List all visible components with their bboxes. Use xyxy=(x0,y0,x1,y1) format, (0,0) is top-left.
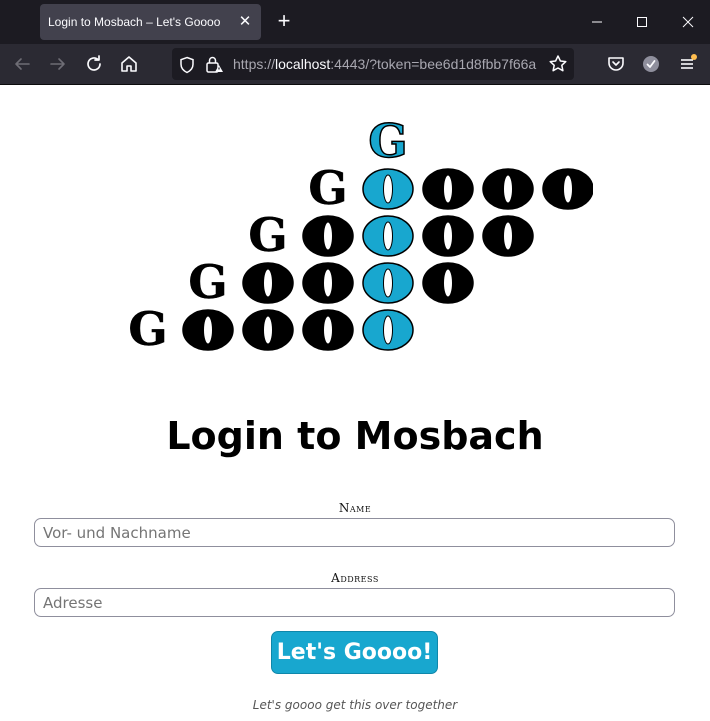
logo-letter-o xyxy=(242,262,294,304)
menu-icon[interactable] xyxy=(676,52,700,76)
logo-letter-o-hole xyxy=(383,268,393,298)
logo-letter-o-hole xyxy=(503,221,513,251)
logo-letter-o xyxy=(302,309,354,351)
back-arrow-icon[interactable] xyxy=(10,52,34,76)
url-host: localhost xyxy=(275,56,331,72)
logo-letter-g: G xyxy=(248,208,288,263)
url-text[interactable]: https://localhost:4443/?token=bee6d1d8fb… xyxy=(233,48,543,80)
logo-letter-g-glyph: G xyxy=(368,116,407,168)
logo-letter-o-hole xyxy=(323,268,333,298)
logo-letter-o xyxy=(362,215,414,257)
logo-letter-g-glyph: G xyxy=(248,208,287,262)
url-path: :4443/?token=bee6d1d8fbb7f66a xyxy=(330,56,537,72)
logo-letter-g: G xyxy=(128,302,168,357)
logo-letter-o xyxy=(542,168,594,210)
home-icon[interactable] xyxy=(117,52,141,76)
logo-letter-o-hole xyxy=(383,315,393,345)
reload-icon[interactable] xyxy=(82,52,106,76)
minimize-icon[interactable] xyxy=(580,6,614,38)
logo-letter-g-glyph: G xyxy=(188,255,227,309)
submit-button[interactable]: Let's Goooo! xyxy=(271,631,438,674)
tab-title: Login to Mosbach – Let's Goooo xyxy=(48,15,221,29)
logo-letter-g: G xyxy=(308,161,348,216)
name-input[interactable] xyxy=(34,518,675,547)
page-content: GGGGG Login to Mosbach Name Address Let'… xyxy=(0,86,710,721)
new-tab-icon[interactable]: + xyxy=(272,10,296,34)
address-label: Address xyxy=(331,571,379,585)
shield-icon[interactable] xyxy=(178,56,196,79)
logo-letter-o xyxy=(302,215,354,257)
logo-letter-o-hole xyxy=(503,174,513,204)
tab-close-icon[interactable]: ✕ xyxy=(235,12,255,32)
pocket-icon[interactable] xyxy=(604,52,628,76)
bookmark-star-icon[interactable] xyxy=(546,52,570,76)
logo-letter-o xyxy=(242,309,294,351)
goooo-logo: GGGGG xyxy=(118,113,594,381)
logo-letter-o-hole xyxy=(323,315,333,345)
logo-letter-o-hole xyxy=(443,221,453,251)
logo-letter-o-hole xyxy=(443,268,453,298)
url-bar[interactable]: https://localhost:4443/?token=bee6d1d8fb… xyxy=(172,48,574,80)
logo-letter-o xyxy=(362,262,414,304)
tagline: Let's goooo get this over together xyxy=(252,698,458,712)
tab-strip: Login to Mosbach – Let's Goooo ✕ + xyxy=(0,0,710,44)
logo-letter-o-hole xyxy=(203,315,213,345)
logo-letter-o-hole xyxy=(443,174,453,204)
close-window-icon[interactable] xyxy=(671,6,705,38)
logo-letter-o xyxy=(422,215,474,257)
maximize-icon[interactable] xyxy=(625,6,659,38)
logo-letter-o xyxy=(422,262,474,304)
logo-letter-g: G xyxy=(368,113,409,169)
extension-icon[interactable] xyxy=(639,52,663,76)
lock-warning-icon[interactable] xyxy=(204,55,224,80)
logo-letter-o xyxy=(482,168,534,210)
logo-letter-o xyxy=(182,309,234,351)
logo-letter-o xyxy=(302,262,354,304)
address-input[interactable] xyxy=(34,588,675,617)
logo-letter-g: G xyxy=(188,255,228,310)
logo-letter-o-hole xyxy=(383,174,393,204)
url-scheme: https:// xyxy=(233,56,276,72)
browser-tab[interactable]: Login to Mosbach – Let's Goooo ✕ xyxy=(40,4,261,40)
forward-arrow-icon[interactable] xyxy=(46,52,70,76)
logo-letter-o xyxy=(362,168,414,210)
logo-letter-g-glyph: G xyxy=(128,302,167,356)
logo-letter-o xyxy=(422,168,474,210)
navigation-toolbar: https://localhost:4443/?token=bee6d1d8fb… xyxy=(0,44,710,85)
logo-letter-o-hole xyxy=(263,268,273,298)
goooo-logo-graphic: GGGGG xyxy=(128,113,594,357)
logo-letter-g-glyph: G xyxy=(308,161,347,215)
logo-letter-o-hole xyxy=(383,221,393,251)
logo-letter-o-hole xyxy=(323,221,333,251)
logo-letter-o-hole xyxy=(263,315,273,345)
name-label: Name xyxy=(338,501,372,515)
logo-letter-o xyxy=(362,309,414,351)
logo-letter-o xyxy=(482,215,534,257)
logo-letter-o-hole xyxy=(563,174,573,204)
page-title: Login to Mosbach xyxy=(166,414,544,458)
